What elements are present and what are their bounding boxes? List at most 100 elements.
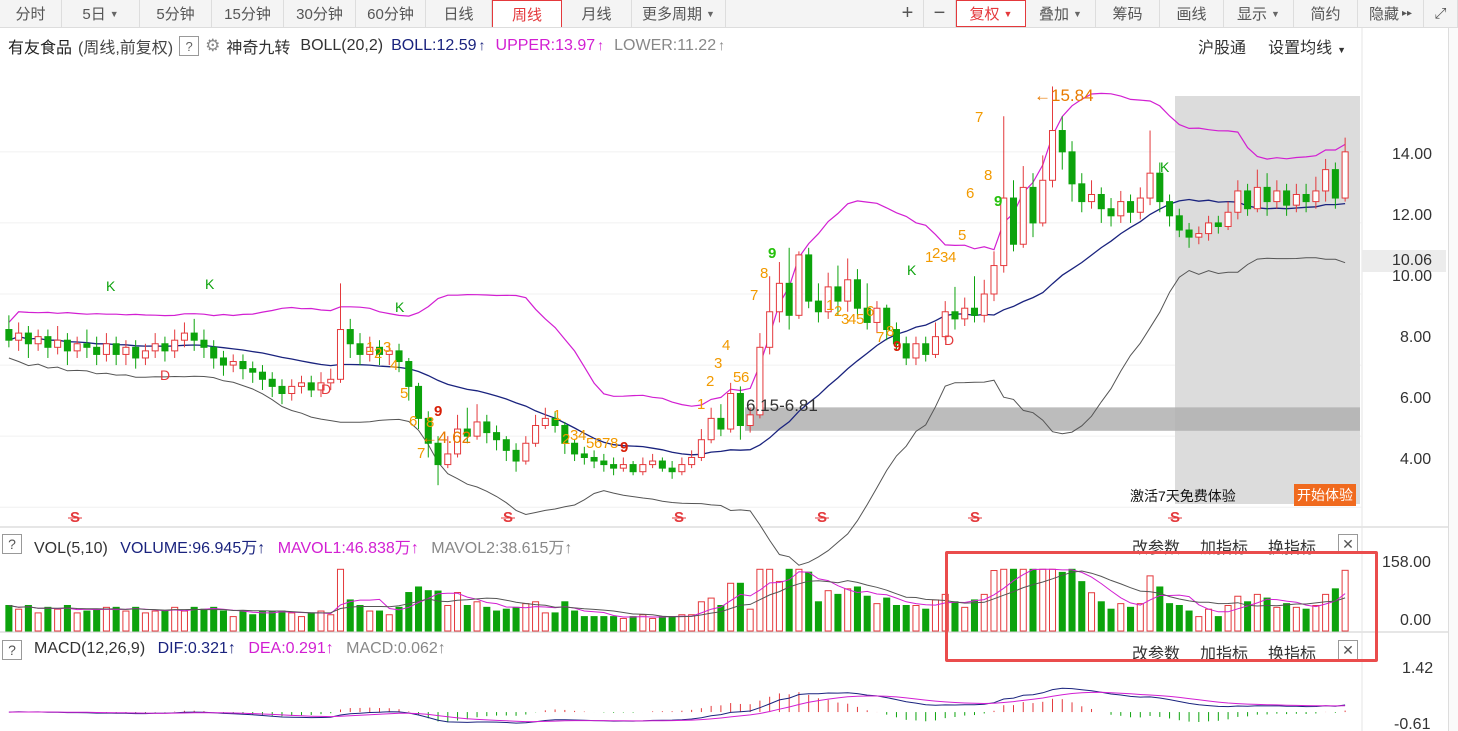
candle-body	[1175, 215, 1183, 231]
td-sequence-digit: 4	[390, 357, 398, 374]
candle-body	[1273, 190, 1281, 203]
candle-body	[1068, 151, 1076, 185]
stock-chart-app: 分时 5日 ▼ 5分钟 15分钟 30分钟 60分钟 日线 周线 月线 更多周期 ▼ + − 复权 ▼ 叠加 ▼ 筹…	[0, 0, 1458, 731]
candle-body	[200, 339, 208, 348]
mavol2-line	[8, 570, 1346, 618]
candle-body	[834, 286, 842, 302]
td-sequence-digit: 6	[866, 303, 874, 320]
low-annotation: ←4.62	[421, 428, 472, 447]
candle-body	[1263, 186, 1271, 203]
candle-body	[1166, 201, 1174, 217]
volume-bar	[629, 616, 637, 632]
candle-body	[785, 282, 793, 316]
candle-body	[151, 343, 159, 352]
candle-body	[990, 265, 998, 295]
volume-bar	[190, 606, 198, 632]
candle-body	[34, 336, 42, 345]
help-icon[interactable]: ?	[2, 640, 22, 660]
td-sequence-digit: 1	[697, 396, 705, 413]
volume-bar	[297, 616, 306, 632]
volume-bar	[766, 568, 774, 632]
volume-bar	[746, 608, 754, 632]
kd-marker: K	[907, 262, 917, 278]
volume-bar	[405, 592, 413, 632]
td-sequence-digit: 4	[722, 337, 730, 354]
volume-bar	[278, 610, 286, 632]
candle-body	[190, 332, 198, 341]
volume-bar	[141, 612, 149, 632]
candle-body	[44, 336, 52, 348]
volume-bar	[1068, 568, 1076, 632]
volume-bar	[668, 616, 676, 632]
candle-body	[970, 307, 979, 316]
td-sequence-digit: 3	[383, 339, 391, 356]
volume-bar	[1214, 616, 1222, 632]
volume-bar	[102, 606, 110, 632]
volume-bar	[970, 599, 979, 632]
td-sequence-digit: 6	[741, 369, 749, 386]
volume-add-indicator-button[interactable]: 加指标	[1200, 534, 1248, 558]
volume-bar	[1331, 588, 1339, 632]
volume-bar	[395, 606, 403, 632]
candle-body	[132, 346, 140, 359]
kd-marker: D	[321, 381, 331, 397]
volume-bar	[239, 610, 247, 632]
volume-change-params-button[interactable]: 改参数	[1132, 534, 1180, 558]
volume-bar	[24, 604, 32, 632]
dea-value: DEA:0.291	[248, 640, 326, 657]
macd-y-bottom: -0.61	[1394, 716, 1431, 731]
volume-bar	[15, 608, 23, 632]
candle-body	[746, 414, 754, 426]
volume-bar	[444, 604, 452, 632]
td-sequence-digit: 7	[876, 329, 884, 346]
candle-body	[610, 464, 618, 469]
volume-bar	[697, 601, 705, 632]
volume-bar	[717, 604, 725, 632]
macd-swap-indicator-button[interactable]: 换指标	[1268, 640, 1316, 664]
chart-canvas[interactable]: 1 2 3456 89712 3 4 5 6 7 8 912345 67891 234 5 67 8912 3 4…	[0, 0, 1448, 731]
trial-start-button[interactable]: 开始体验	[1294, 484, 1356, 506]
volume-bar	[1224, 604, 1232, 632]
volume-swap-indicator-button[interactable]: 换指标	[1268, 534, 1316, 558]
volume-bar	[1107, 608, 1115, 632]
candle-body	[73, 343, 81, 352]
candle-body	[356, 343, 364, 355]
candle-body	[629, 464, 637, 473]
volume-bar	[844, 588, 852, 632]
candle-body	[1146, 172, 1154, 199]
candle-body	[1322, 169, 1330, 192]
volume-bar	[493, 610, 501, 632]
volume-bar	[590, 616, 598, 632]
volume-bar	[600, 616, 608, 632]
close-icon[interactable]: ✕	[1338, 534, 1358, 554]
candle-body	[922, 343, 930, 355]
macd-value: MACD:0.062	[346, 640, 438, 657]
volume-bar	[454, 592, 462, 632]
volume-bar	[210, 606, 218, 632]
candle-body	[541, 417, 549, 426]
candle-body	[668, 467, 676, 473]
price-zone-band	[745, 407, 1360, 431]
macd-add-indicator-button[interactable]: 加指标	[1200, 640, 1248, 664]
volume-bar	[834, 593, 842, 632]
right-scroll-strip[interactable]	[1448, 28, 1458, 731]
volume-bar	[1263, 597, 1271, 632]
volume-bar	[688, 614, 696, 632]
candle-body	[1283, 190, 1291, 206]
candle-body	[844, 279, 852, 302]
candle-body	[1127, 201, 1135, 213]
volume-bar	[83, 610, 91, 632]
close-icon[interactable]: ✕	[1338, 640, 1358, 660]
candle-body	[571, 442, 579, 455]
td-sequence-digit: 9	[994, 193, 1002, 210]
candle-body	[1156, 172, 1164, 203]
candle-body	[853, 279, 861, 309]
macd-change-params-button[interactable]: 改参数	[1132, 640, 1180, 664]
candle-body	[171, 339, 179, 352]
help-icon[interactable]: ?	[2, 534, 22, 554]
candle-body	[288, 385, 296, 395]
candle-body	[980, 293, 988, 316]
volume-bar	[415, 586, 423, 632]
td-sequence-digit: 8	[610, 435, 618, 452]
candle-body	[297, 382, 306, 387]
